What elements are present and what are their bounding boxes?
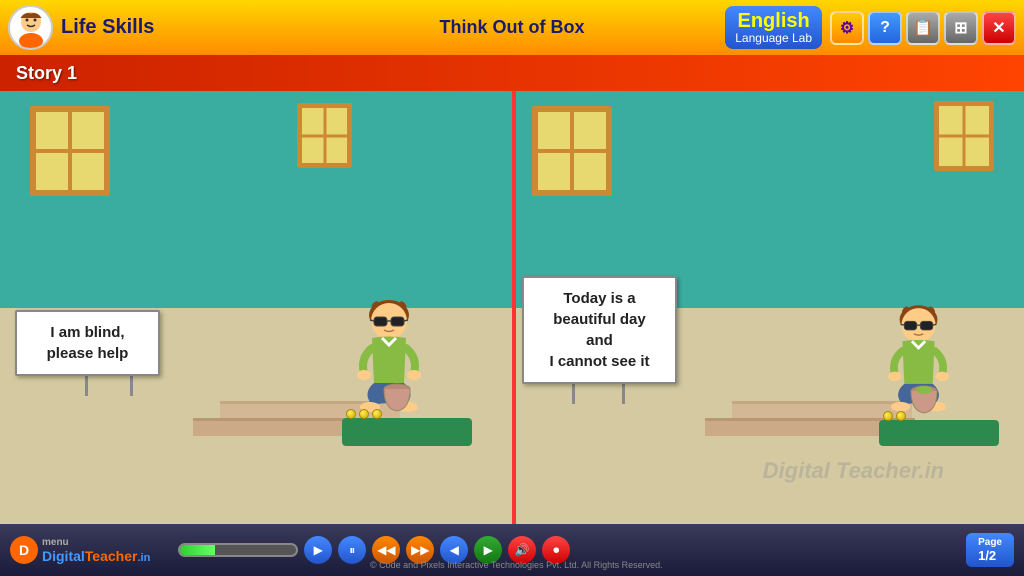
right-sign-text: Today is a beautiful day and I cannot se… [538, 288, 661, 372]
lang-title: English [738, 10, 810, 32]
window-left-panel [30, 106, 110, 196]
sign-leg-left [85, 376, 88, 396]
sign-leg-left2 [130, 376, 133, 396]
page-indicator: Page 1/2 [966, 533, 1014, 567]
menu-label: menu [42, 537, 150, 548]
coin2 [359, 409, 369, 419]
progress-bar-fill [180, 545, 215, 555]
help-button[interactable]: ? [868, 11, 902, 45]
coin3 [372, 409, 382, 419]
lang-sub: Language Lab [735, 32, 812, 45]
main-content: I am blind, please help [0, 91, 1024, 524]
left-sign-text: I am blind, please help [31, 322, 144, 364]
coins-right [883, 411, 906, 421]
page-number: 1/2 [978, 548, 996, 563]
page-label: Page [978, 537, 1002, 548]
close-button[interactable]: ✕ [982, 11, 1016, 45]
app-container: Life Skills Think Out of Box English Lan… [0, 0, 1024, 576]
expand-button[interactable]: ⊞ [944, 11, 978, 45]
left-sign-board: I am blind, please help [15, 310, 160, 376]
coin-r1 [883, 411, 893, 421]
pot-left [382, 381, 412, 418]
book-button[interactable]: 📋 [906, 11, 940, 45]
window-right-left-panel [297, 103, 352, 168]
coin-r2 [896, 411, 906, 421]
copyright: © Code and Pixels Interactive Technologi… [370, 560, 663, 570]
logo-text: DigitalTeacher.in [42, 548, 150, 564]
divider-line [512, 91, 516, 524]
play-button[interactable]: ▶ [304, 536, 332, 564]
progress-bar[interactable] [178, 543, 298, 557]
sign-leg-right2 [622, 384, 625, 404]
coin1 [346, 409, 356, 419]
coins-left [346, 409, 382, 419]
pot-right [909, 383, 939, 420]
right-sign-board: Today is a beautiful day and I cannot se… [522, 276, 677, 384]
app-title: Life Skills [61, 16, 154, 39]
pause-button[interactable]: ⏸ [338, 536, 366, 564]
mascot-icon [8, 5, 53, 50]
scene-container: I am blind, please help [0, 91, 1024, 524]
left-panel: I am blind, please help [0, 91, 512, 524]
header-left: Life Skills [8, 5, 154, 50]
window-right-right-panel [934, 101, 994, 171]
header: Life Skills Think Out of Box English Lan… [0, 0, 1024, 55]
mat-left [342, 418, 472, 446]
lang-lab-box: English Language Lab [725, 6, 822, 49]
sign-leg-right [572, 384, 575, 404]
footer-logo-text: menu DigitalTeacher.in [42, 537, 150, 564]
footer-logo-icon: D [10, 536, 38, 564]
footer: D menu DigitalTeacher.in ▶ ⏸ ◀◀ ▶▶ ◀ [0, 524, 1024, 576]
story-label: Story 1 [16, 63, 77, 84]
right-panel: Today is a beautiful day and I cannot se… [512, 91, 1024, 524]
story-bar: Story 1 [0, 55, 1024, 91]
mat-right [879, 420, 999, 446]
settings-button[interactable]: ⚙ [830, 11, 864, 45]
center-title: Think Out of Box [440, 17, 585, 38]
header-right: English Language Lab ⚙ ? 📋 ⊞ ✕ [725, 6, 1016, 49]
window-left-right-panel [532, 106, 612, 196]
footer-logo: D menu DigitalTeacher.in [10, 536, 150, 564]
